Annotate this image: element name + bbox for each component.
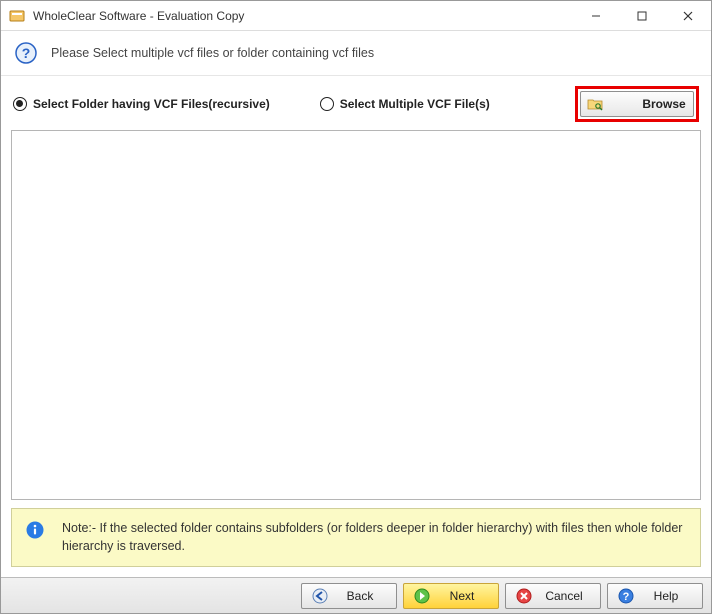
radio-label: Select Folder having VCF Files(recursive… [33,97,270,111]
help-icon: ? [618,588,634,604]
help-label: Help [640,589,692,603]
help-button[interactable]: ? Help [607,583,703,609]
radio-group: Select Folder having VCF Files(recursive… [13,97,490,111]
browse-label: Browse [641,97,687,111]
file-list-area [11,130,701,500]
cancel-label: Cancel [538,589,590,603]
options-row: Select Folder having VCF Files(recursive… [1,75,711,130]
browse-button[interactable]: Browse [580,91,694,117]
arrow-right-icon [414,588,430,604]
titlebar: WholeClear Software - Evaluation Copy [1,1,711,31]
next-button[interactable]: Next [403,583,499,609]
back-label: Back [334,589,386,603]
note-box: Note:- If the selected folder contains s… [11,508,701,568]
radio-select-files[interactable]: Select Multiple VCF File(s) [320,97,490,111]
radio-label: Select Multiple VCF File(s) [340,97,490,111]
note-text: Note:- If the selected folder contains s… [62,519,686,557]
svg-text:?: ? [623,591,630,603]
cancel-icon [516,588,532,604]
svg-text:?: ? [22,45,31,61]
radio-icon [320,97,334,111]
instruction-text: Please Select multiple vcf files or fold… [51,46,374,60]
folder-search-icon [587,96,633,112]
window-controls [573,1,711,30]
help-icon: ? [15,42,37,64]
header-row: ? Please Select multiple vcf files or fo… [1,31,711,75]
close-button[interactable] [665,1,711,30]
radio-select-folder[interactable]: Select Folder having VCF Files(recursive… [13,97,270,111]
footer-bar: Back Next Cancel ? Help [1,577,711,613]
browse-highlight: Browse [575,86,699,122]
radio-icon [13,97,27,111]
maximize-button[interactable] [619,1,665,30]
window-title: WholeClear Software - Evaluation Copy [33,9,573,23]
arrow-left-icon [312,588,328,604]
app-icon [9,8,25,24]
info-icon [26,521,44,539]
back-button[interactable]: Back [301,583,397,609]
cancel-button[interactable]: Cancel [505,583,601,609]
minimize-button[interactable] [573,1,619,30]
next-label: Next [436,589,488,603]
